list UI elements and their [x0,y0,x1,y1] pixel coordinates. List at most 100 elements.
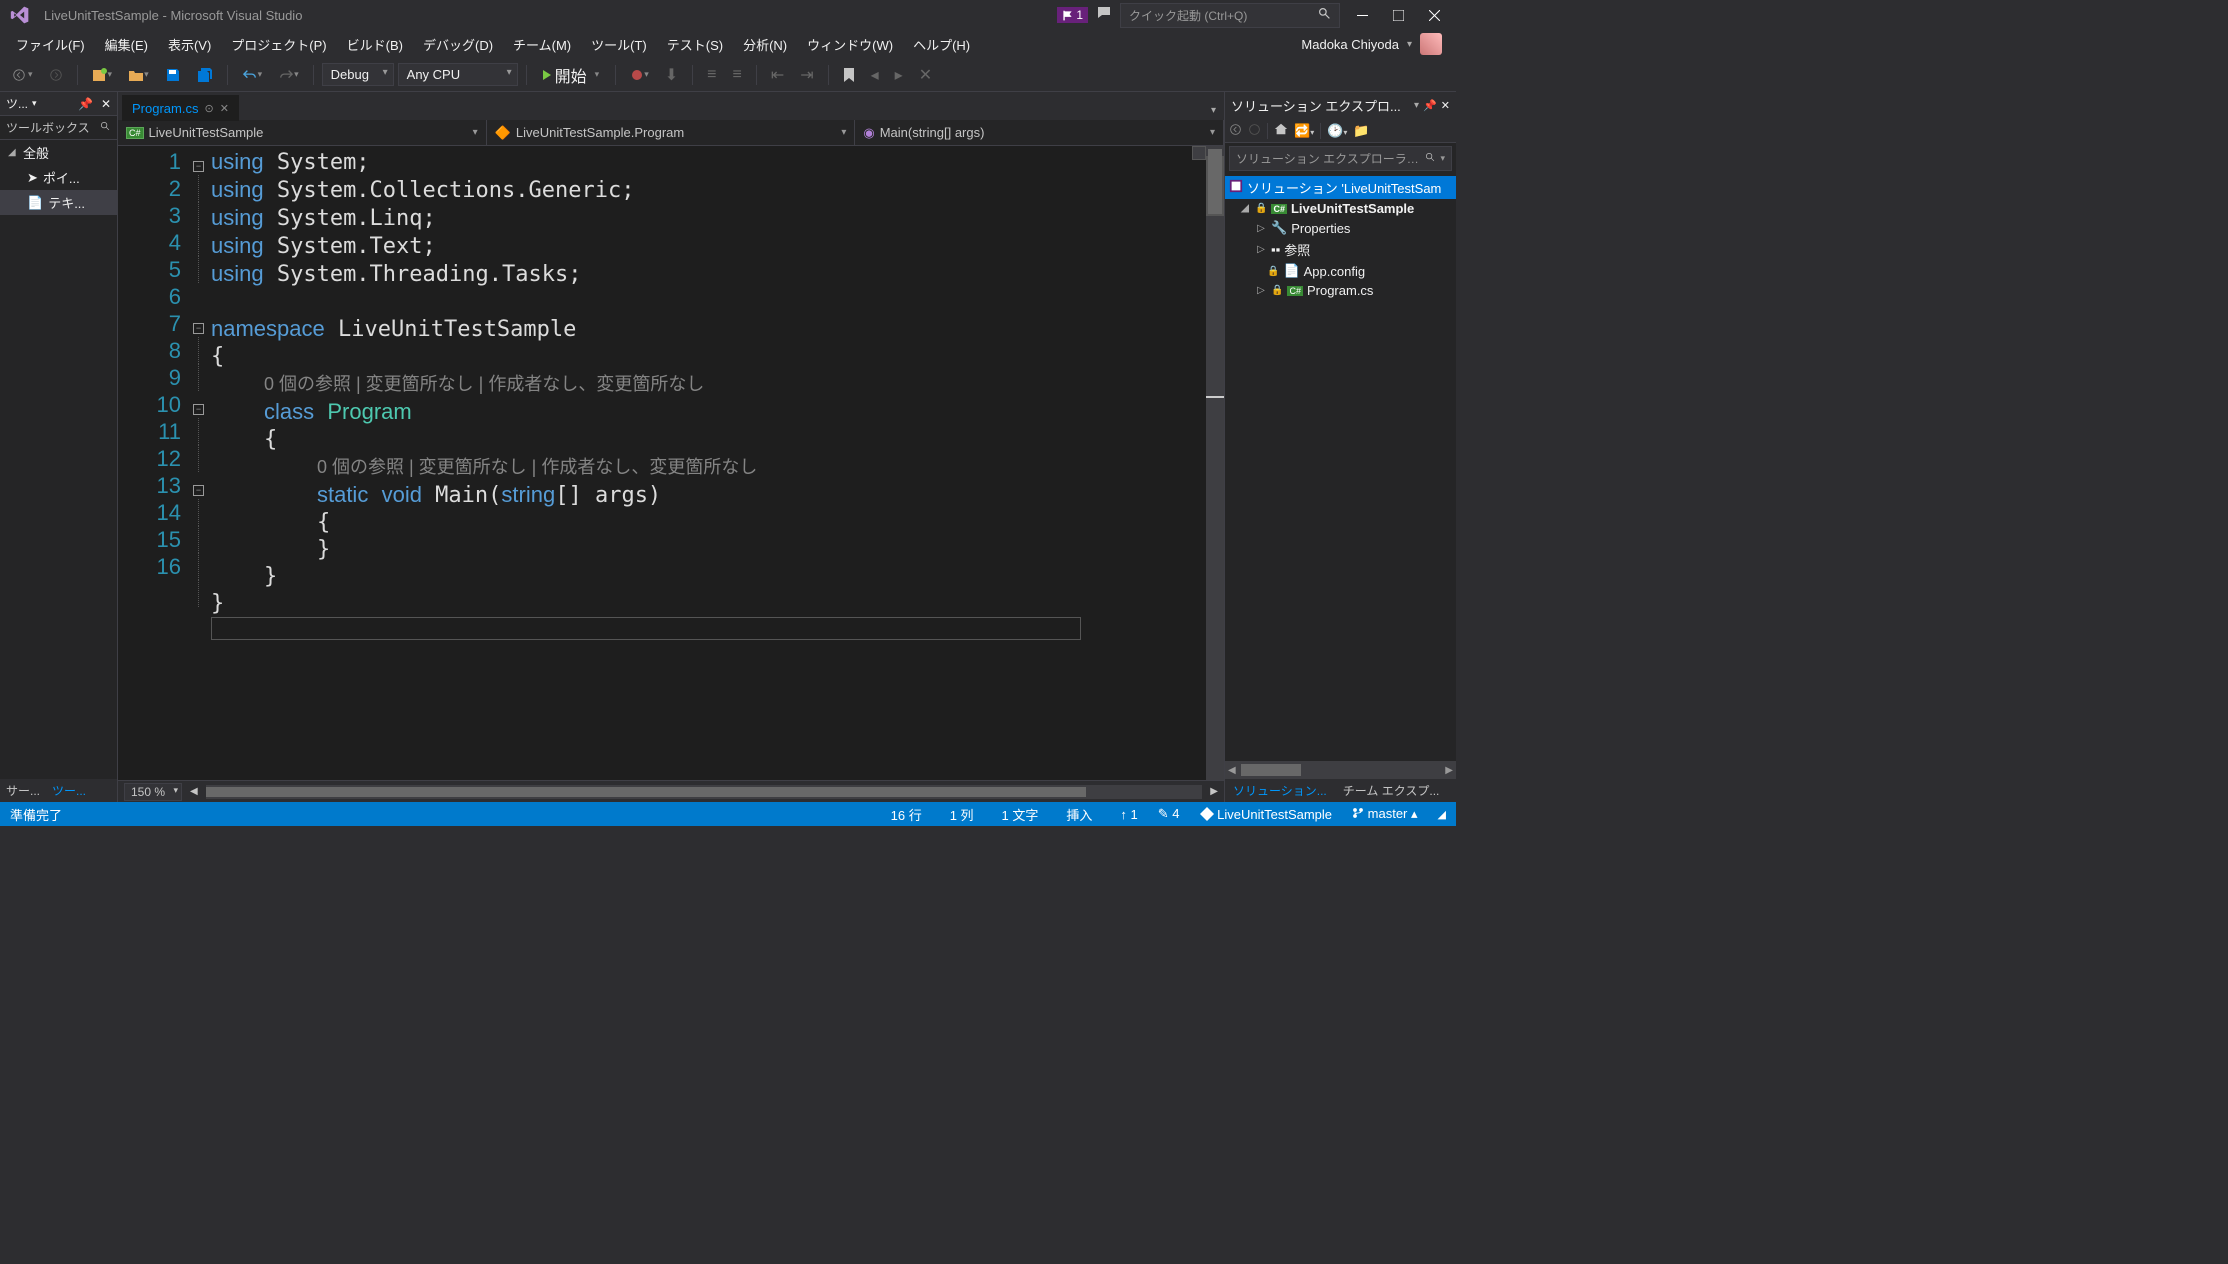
history-icon[interactable]: 🕑▾ [1327,123,1347,139]
menu-project[interactable]: プロジェクト(P) [221,31,336,58]
pin-icon[interactable]: ⊙ [204,102,213,115]
scroll-thumb[interactable] [1208,149,1222,214]
maximize-button[interactable] [1384,1,1412,29]
bookmark-clear-icon[interactable]: ✕ [913,61,938,89]
split-handle-icon[interactable] [1192,146,1206,160]
status-publish[interactable]: ↑ 1 [1120,807,1137,822]
forward-icon[interactable] [1248,123,1261,139]
platform-dropdown[interactable]: Any CPU [398,63,518,86]
bookmark-icon[interactable] [837,64,861,86]
nav-member-dropdown[interactable]: ◉ Main(string[] args) [855,120,1224,145]
code-area[interactable]: using System; using System.Collections.G… [211,146,1206,780]
toolbox-category[interactable]: ◢ 全般 [0,140,117,165]
comment-out-icon[interactable]: ≡ [701,62,722,88]
menu-tools[interactable]: ツール(T) [581,31,657,58]
chevron-down-icon[interactable]: ▾ [1440,153,1445,164]
tab-toolbox[interactable]: ツー... [46,779,92,802]
menu-edit[interactable]: 編集(E) [95,31,158,58]
status-pending[interactable]: ✎ 4 [1158,806,1180,822]
close-icon[interactable]: ✕ [101,97,111,111]
tree-node-appconfig[interactable]: 🔒 📄 App.config [1225,261,1456,281]
new-project-button[interactable]: ▾ [86,63,119,87]
config-dropdown[interactable]: Debug [322,63,394,86]
undo-button[interactable]: ▾ [236,64,269,86]
toolbox-item-pointer[interactable]: ➤ ポイ... [0,165,117,190]
outdent-icon[interactable]: ⇤ [765,61,790,89]
chevron-down-icon[interactable]: ▾ [1407,39,1412,50]
indent-icon[interactable]: ⇥ [794,61,819,89]
scroll-thumb[interactable] [1241,764,1301,776]
status-repo[interactable]: LiveUnitTestSample [1200,807,1333,822]
toolbox-search[interactable]: ツールボックス [0,116,117,140]
fold-icon[interactable]: − [193,323,204,334]
breakpoint-icon[interactable]: ▾ [624,64,655,86]
sync-icon[interactable]: 🔁▾ [1294,123,1314,139]
save-button[interactable] [159,63,187,87]
toolbox-item-text[interactable]: 📄 テキ... [0,190,117,215]
avatar[interactable] [1420,33,1442,55]
quick-launch-input[interactable]: クイック起動 (Ctrl+Q) [1120,3,1340,28]
scroll-left-icon[interactable]: ◀ [1225,765,1239,776]
resize-grip-icon[interactable]: ◢ [1438,808,1446,821]
uncomment-icon[interactable]: ≡ [726,62,747,88]
close-button[interactable] [1420,1,1448,29]
nav-back-button[interactable]: ▾ [6,64,39,86]
expand-icon[interactable]: ▷ [1255,285,1267,296]
menu-debug[interactable]: デバッグ(D) [413,31,503,58]
show-all-icon[interactable]: 📁 [1353,123,1369,139]
pin-icon[interactable]: 📌 [1423,99,1437,112]
tab-team-explorer[interactable]: チーム エクスプ... [1335,779,1448,802]
scroll-right-icon[interactable]: ▶ [1442,765,1456,776]
editor[interactable]: 12345678910111213141516 − −−− using Syst… [118,146,1224,780]
home-icon[interactable] [1274,122,1288,139]
scroll-thumb[interactable] [206,787,1086,797]
scroll-right-icon[interactable]: ▶ [1210,786,1218,797]
back-icon[interactable] [1229,123,1242,139]
codelens[interactable]: 0 個の参照 | 変更箇所なし | 作成者なし、変更箇所なし [317,457,757,477]
expand-icon[interactable]: ▷ [1255,244,1267,255]
scroll-left-icon[interactable]: ◀ [190,786,198,797]
minimize-button[interactable] [1348,1,1376,29]
tab-server-explorer[interactable]: サー... [0,779,46,802]
solution-explorer-search[interactable]: ソリューション エクスプローラー の ▾ [1229,146,1452,171]
fold-icon[interactable]: − [193,485,204,496]
step-icon[interactable]: ⬇ [659,61,684,89]
tab-program-cs[interactable]: Program.cs ⊙ ✕ [122,95,239,121]
bookmark-prev-icon[interactable]: ◂ [865,61,885,89]
expand-icon[interactable]: ▷ [1255,223,1267,234]
user-name-label[interactable]: Madoka Chiyoda [1301,37,1399,52]
status-branch[interactable]: master ▴ [1352,806,1418,822]
fold-icon[interactable]: − [193,404,204,415]
menu-help[interactable]: ヘルプ(H) [903,31,980,58]
pin-icon[interactable]: 📌 [78,97,93,111]
project-node[interactable]: ◢ 🔒 C# LiveUnitTestSample [1225,199,1456,218]
solution-node[interactable]: ソリューション 'LiveUnitTestSam [1225,176,1456,199]
tab-solution-explorer[interactable]: ソリューション... [1225,779,1335,802]
menu-window[interactable]: ウィンドウ(W) [797,31,903,58]
notification-flag[interactable]: 1 [1057,7,1088,23]
menu-analyze[interactable]: 分析(N) [733,31,797,58]
tree-node-program-cs[interactable]: ▷ 🔒 C# Program.cs [1225,281,1456,300]
save-all-button[interactable] [191,63,219,87]
fold-icon[interactable]: − [193,161,204,172]
se-horizontal-scrollbar[interactable]: ◀ ▶ [1225,761,1456,779]
tree-node-references[interactable]: ▷ ▪▪ 参照 [1225,238,1456,261]
bookmark-next-icon[interactable]: ▸ [889,61,909,89]
menu-test[interactable]: テスト(S) [657,31,733,58]
close-icon[interactable]: ✕ [220,102,229,115]
menu-build[interactable]: ビルド(B) [337,31,413,58]
close-icon[interactable]: ✕ [1441,99,1450,112]
tab-overflow-icon[interactable]: ▾ [1203,101,1224,120]
expand-icon[interactable]: ◢ [1239,203,1251,214]
redo-button[interactable]: ▾ [272,64,305,86]
nav-forward-button[interactable] [43,64,69,86]
nav-class-dropdown[interactable]: 🔶 LiveUnitTestSample.Program [487,120,856,145]
menu-view[interactable]: 表示(V) [158,31,221,58]
vertical-scrollbar[interactable] [1206,146,1224,780]
zoom-dropdown[interactable]: 150 % [124,783,182,801]
nav-project-dropdown[interactable]: C# LiveUnitTestSample [118,120,487,145]
chevron-down-icon[interactable]: ▾ [1414,100,1419,111]
fold-column[interactable]: − − − − [193,146,211,780]
horizontal-scrollbar[interactable] [206,785,1203,799]
start-debug-button[interactable]: 開始 ▾ [535,59,608,91]
